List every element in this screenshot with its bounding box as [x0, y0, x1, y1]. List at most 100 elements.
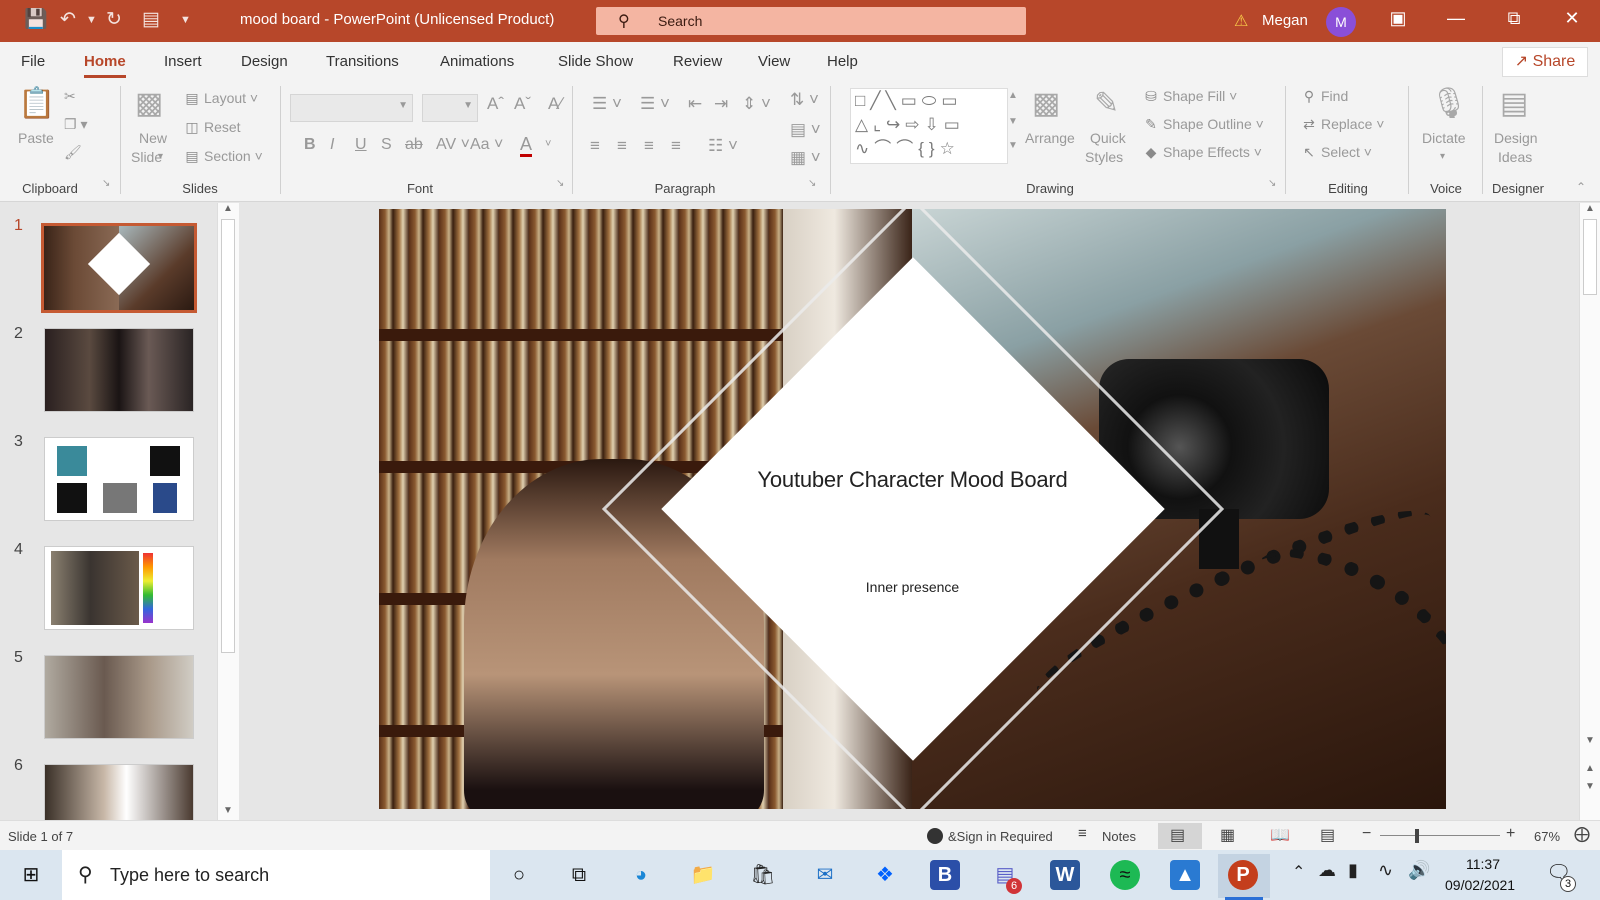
new-slide-label-1[interactable]: New [139, 130, 167, 146]
gallery-up-icon[interactable]: ▲ [1008, 90, 1018, 101]
edge-icon[interactable]: ◕ [626, 860, 656, 890]
powerpoint-icon[interactable]: P [1228, 860, 1258, 890]
onedrive-icon[interactable]: ☁ [1318, 860, 1336, 881]
scroll-up-icon[interactable]: ▲ [223, 203, 233, 214]
zoom-slider-thumb[interactable] [1415, 829, 1419, 843]
bbc-app-icon[interactable]: B [930, 860, 960, 890]
numbering-icon[interactable]: ☰ ˅ [640, 94, 670, 114]
slide-scrollbar[interactable]: ▲ ▼ ▲ ▼ [1579, 203, 1600, 820]
font-size-combo[interactable]: ▼ [422, 94, 478, 122]
tab-view[interactable]: View [758, 53, 790, 70]
tab-transitions[interactable]: Transitions [326, 53, 399, 70]
thumbnail-scrollbar[interactable]: ▲ ▼ [217, 203, 239, 820]
slide-subtitle[interactable]: Inner presence [379, 579, 1446, 595]
zoom-in-icon[interactable]: + [1506, 825, 1515, 843]
user-name[interactable]: Megan [1262, 12, 1308, 29]
align-center-icon[interactable]: ≡ [617, 136, 627, 156]
undo-icon[interactable]: ↶ [60, 8, 76, 32]
word-icon[interactable]: W [1050, 860, 1080, 890]
minimize-icon[interactable]: — [1436, 8, 1476, 29]
strikethrough-button[interactable]: ab [405, 136, 423, 154]
windows-start-icon[interactable]: ⊞ [16, 860, 46, 890]
quick-styles-icon[interactable]: ✎ [1094, 86, 1119, 121]
photos-icon[interactable]: ▲ [1170, 860, 1200, 890]
tab-review[interactable]: Review [673, 53, 722, 70]
tab-animations[interactable]: Animations [440, 53, 514, 70]
tab-help[interactable]: Help [827, 53, 858, 70]
undo-dropdown-icon[interactable]: ▼ [86, 8, 97, 32]
notes-button[interactable]: Notes [1102, 829, 1136, 844]
arrange-icon[interactable]: ▩ [1032, 86, 1060, 121]
save-icon[interactable]: 💾 [24, 8, 48, 32]
layout-button[interactable]: ▤ Layout ˅ [183, 90, 258, 107]
section-button[interactable]: ▤ Section ˅ [183, 148, 262, 165]
align-left-icon[interactable]: ≡ [590, 136, 600, 156]
quick-styles-label-1[interactable]: Quick [1090, 130, 1126, 146]
present-icon[interactable]: ▤ [142, 8, 160, 32]
quick-styles-label-2[interactable]: Styles [1085, 149, 1123, 165]
slide-thumbnail-6[interactable] [44, 764, 194, 820]
shapes-gallery[interactable]: □╱╲▭⬭▭ △⌞↪⇨⇩▭ ∿⌒⌒{}☆ [850, 88, 1008, 164]
format-painter-icon[interactable]: 🖌 [64, 144, 82, 161]
shape-effects-button[interactable]: ◆ Shape Effects ˅ [1142, 144, 1262, 161]
wifi-icon[interactable]: ∿ [1378, 860, 1393, 881]
redo-icon[interactable]: ↻ [106, 8, 122, 32]
mail-icon[interactable]: ✉ [810, 860, 840, 890]
file-explorer-icon[interactable]: 📁 [688, 860, 718, 890]
italic-button[interactable]: I [330, 136, 334, 154]
scroll-down-icon[interactable]: ▼ [223, 805, 233, 816]
warning-icon[interactable]: ⚠ [1234, 11, 1248, 31]
previous-slide-icon[interactable]: ▲ [1585, 763, 1595, 774]
notes-icon[interactable]: ≡ [1078, 825, 1087, 842]
tab-design[interactable]: Design [241, 53, 288, 70]
change-case-button[interactable]: Aa ˅ [470, 136, 503, 154]
scroll-down-icon[interactable]: ▼ [1585, 735, 1595, 746]
slideshow-icon[interactable]: ▤ [1320, 825, 1335, 845]
slide-title[interactable]: Youtuber Character Mood Board [379, 467, 1446, 493]
chevron-down-icon[interactable]: ▾ [158, 151, 163, 162]
scroll-thumb[interactable] [1583, 219, 1597, 295]
dropbox-icon[interactable]: ❖ [870, 860, 900, 890]
align-right-icon[interactable]: ≡ [644, 136, 654, 156]
bullets-icon[interactable]: ☰ ˅ [592, 94, 622, 114]
slide-thumbnail-1[interactable] [41, 223, 197, 313]
design-ideas-label-1[interactable]: Design [1494, 130, 1538, 146]
zoom-slider[interactable] [1380, 835, 1500, 836]
justify-icon[interactable]: ≡ [671, 136, 681, 156]
chevron-down-icon[interactable]: ˅ [545, 138, 551, 150]
avatar[interactable]: M [1326, 7, 1356, 37]
gallery-down-icon[interactable]: ▼ [1008, 116, 1018, 127]
customize-qat-icon[interactable]: ▼ [180, 8, 191, 32]
dictate-button[interactable]: Dictate [1422, 130, 1466, 146]
align-text-icon[interactable]: ▤ ˅ [790, 120, 821, 140]
share-button[interactable]: ↗ Share [1502, 47, 1588, 77]
reset-button[interactable]: ◫ Reset [183, 119, 240, 136]
design-ideas-label-2[interactable]: Ideas [1498, 149, 1532, 165]
store-icon[interactable]: 🛍 [748, 860, 778, 890]
smartart-icon[interactable]: ▦ ˅ [790, 148, 821, 168]
zoom-level[interactable]: 67% [1534, 829, 1560, 844]
line-spacing-icon[interactable]: ⇕ ˅ [742, 94, 771, 114]
tab-slide-show[interactable]: Slide Show [558, 53, 633, 70]
reading-view-icon[interactable]: 📖 [1270, 825, 1290, 845]
replace-button[interactable]: ⇄ Replace ˅ [1300, 116, 1384, 133]
taskbar-search[interactable]: ⚲ Type here to search [62, 850, 490, 900]
gallery-more-icon[interactable]: ▼ [1008, 140, 1018, 151]
slide-sorter-icon[interactable]: ▦ [1220, 825, 1235, 845]
restore-icon[interactable]: ⧉ [1494, 8, 1534, 29]
shadow-button[interactable]: S [381, 136, 392, 154]
new-slide-icon[interactable]: ▩ [135, 86, 163, 121]
clock-date[interactable]: 09/02/2021 [1445, 877, 1515, 893]
columns-icon[interactable]: ☷ ˅ [708, 136, 738, 156]
close-icon[interactable]: ✕ [1552, 8, 1592, 29]
sign-in-required[interactable]: &Sign in Required [948, 829, 1053, 844]
search-box[interactable]: ⚲ Search [596, 7, 1026, 35]
bold-button[interactable]: B [304, 136, 316, 154]
battery-icon[interactable]: ▮ [1348, 860, 1358, 881]
clear-formatting-icon[interactable]: A∕ [548, 94, 562, 114]
select-button[interactable]: ↖ Select ˅ [1300, 144, 1372, 161]
increase-font-icon[interactable]: Aˆ [487, 94, 504, 114]
paragraph-launcher-icon[interactable]: ↘ [808, 178, 816, 189]
drawing-launcher-icon[interactable]: ↘ [1268, 178, 1276, 189]
zoom-out-icon[interactable]: − [1362, 825, 1371, 843]
